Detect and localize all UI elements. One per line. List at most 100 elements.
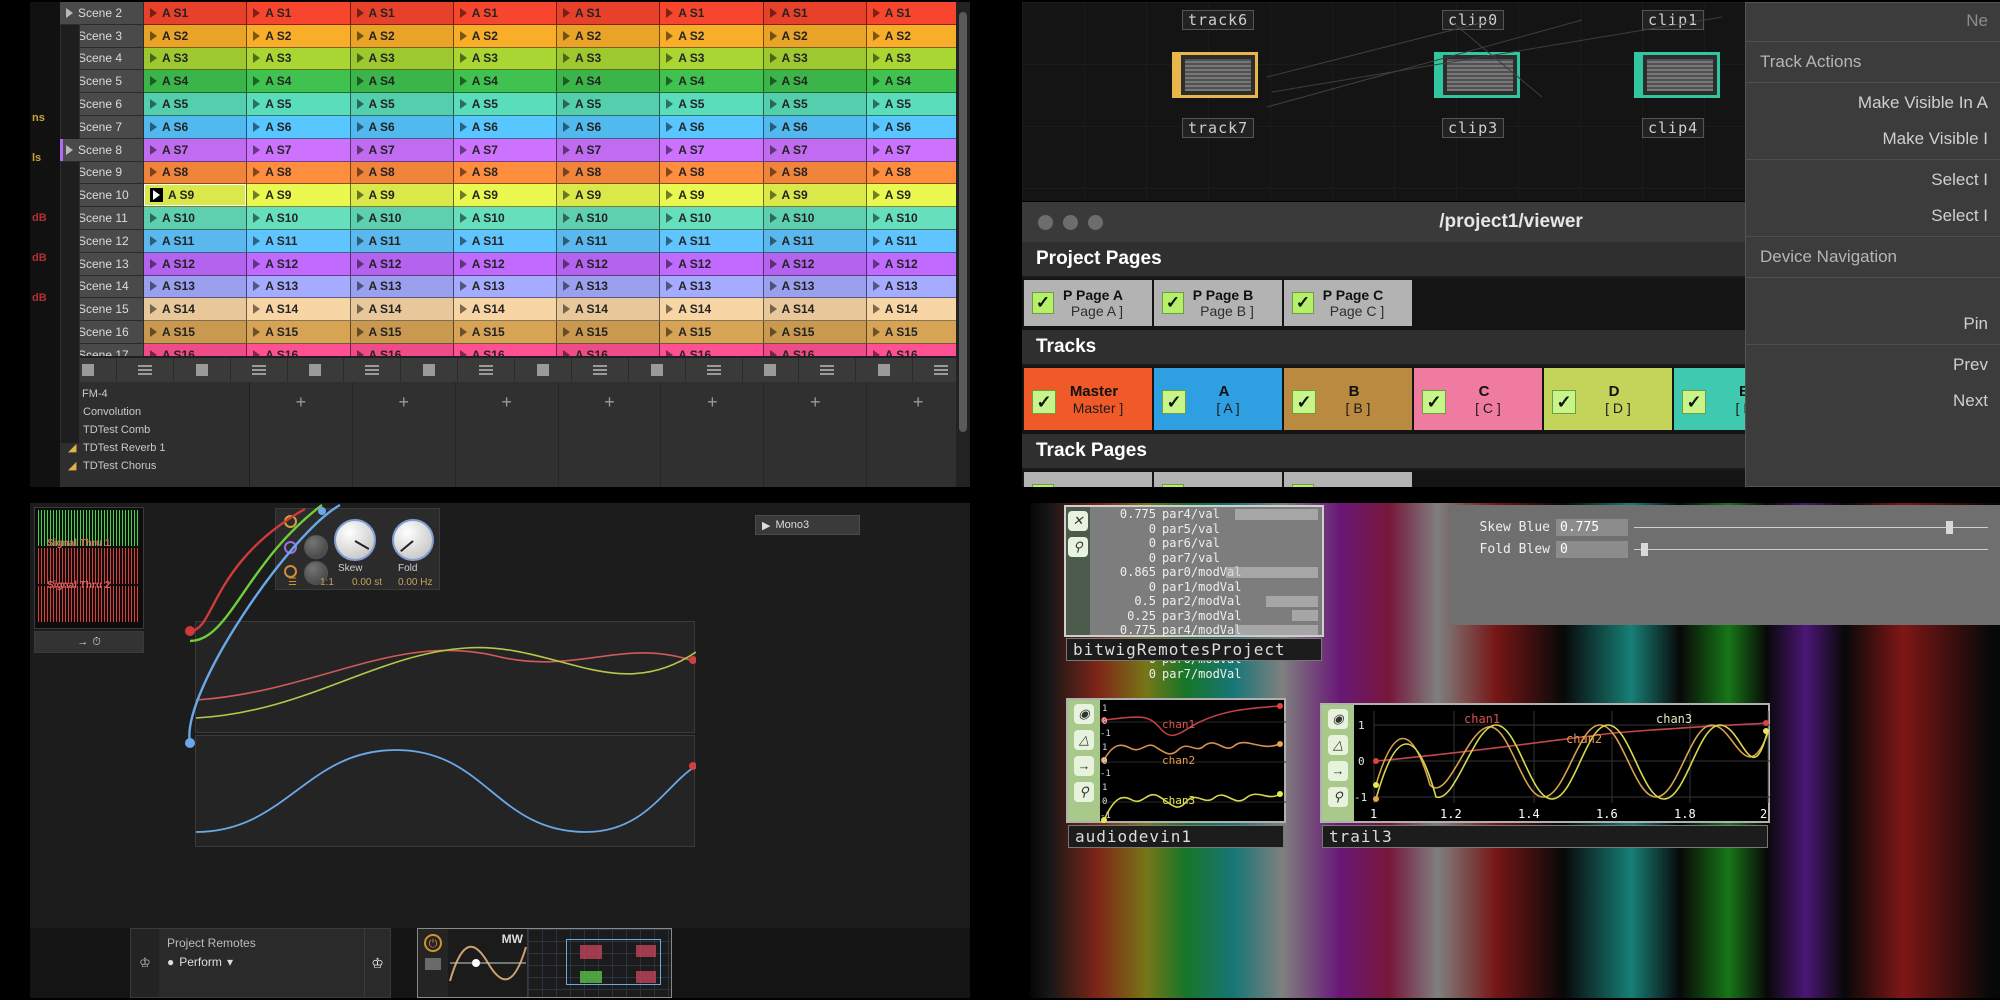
clip-slot[interactable]: A S16 xyxy=(867,344,970,356)
clip-slot[interactable]: A S11 xyxy=(351,230,454,253)
track-chip-C[interactable]: ✓C[ C ] xyxy=(1414,368,1542,430)
clip-slot[interactable]: A S15 xyxy=(764,321,867,344)
clip-slot[interactable]: A S2 xyxy=(867,25,970,48)
clip-slot[interactable]: A S16 xyxy=(764,344,867,356)
graph-icon[interactable]: △ xyxy=(1328,735,1348,755)
ctx-item-8[interactable]: Next xyxy=(1746,383,2000,419)
checkbox-icon[interactable]: ✓ xyxy=(1162,292,1184,314)
device-add-slot-6[interactable]: + xyxy=(764,382,867,487)
checkbox-icon[interactable]: ✓ xyxy=(1162,484,1184,487)
track-chip-A[interactable]: ✓A[ A ] xyxy=(1154,368,1282,430)
clip-row[interactable]: Scene 11A S10A S10A S10A S10A S10A S10A … xyxy=(60,207,970,230)
clip-slot[interactable]: A S13 xyxy=(557,276,660,299)
waveform-icon[interactable]: ☰ xyxy=(288,577,297,588)
clip-slot[interactable]: A S14 xyxy=(764,298,867,321)
clip-row[interactable]: Scene 14A S13A S13A S13A S13A S13A S13A … xyxy=(60,276,970,299)
track-chip-B[interactable]: ✓B[ B ] xyxy=(1284,368,1412,430)
clip-slot[interactable]: A S12 xyxy=(867,253,970,276)
clip-slot[interactable]: A S11 xyxy=(144,230,247,253)
clip-slot[interactable]: A S12 xyxy=(351,253,454,276)
clip-row[interactable]: Scene 13A S12A S12A S12A S12A S12A S12A … xyxy=(60,253,970,276)
clip-slot[interactable]: A S15 xyxy=(660,321,763,344)
clip-slot[interactable]: A S10 xyxy=(557,207,660,230)
mixer-button-bar[interactable] xyxy=(60,356,970,382)
clip-slot[interactable]: A S8 xyxy=(660,162,763,185)
clip-slot[interactable]: A S1 xyxy=(557,2,660,25)
small-knob-1[interactable] xyxy=(304,535,328,559)
clip-grid[interactable]: Scene 2A S1A S1A S1A S1A S1A S1A S1A S1S… xyxy=(60,2,970,356)
clip-slot[interactable]: A S6 xyxy=(867,116,970,139)
audio-node-tool-rail[interactable]: ◉ △ → ⚲ xyxy=(1068,700,1100,821)
clip-slot[interactable]: A S5 xyxy=(247,93,350,116)
mixer-stop-button[interactable] xyxy=(174,358,231,382)
mixer-list-button[interactable] xyxy=(117,358,174,382)
ctx-item-4[interactable]: Select I xyxy=(1746,198,2000,234)
chevron-icon[interactable]: ▾ xyxy=(227,955,233,969)
clip-slot[interactable]: A S5 xyxy=(454,93,557,116)
clip-slot[interactable]: A S4 xyxy=(454,70,557,93)
clip-slot[interactable]: A S7 xyxy=(867,139,970,162)
skew-knob[interactable] xyxy=(334,519,376,561)
checkbox-icon[interactable]: ✓ xyxy=(1292,292,1314,314)
clip-slot[interactable]: A S11 xyxy=(247,230,350,253)
export-icon[interactable]: → xyxy=(1074,756,1094,776)
clip-row[interactable]: Scene 16A S15A S15A S15A S15A S15A S15A … xyxy=(60,321,970,344)
project-page-chip-1[interactable]: ✓P Page BPage B ] xyxy=(1154,280,1282,326)
mixer-list-button[interactable] xyxy=(344,358,401,382)
clip-slot[interactable]: A S5 xyxy=(351,93,454,116)
clip-row[interactable]: Scene 17A S16A S16A S16A S16A S16A S16A … xyxy=(60,344,970,356)
mixer-stop-button[interactable] xyxy=(743,358,800,382)
device-add-slot-3[interactable]: + xyxy=(456,382,559,487)
clip-slot[interactable]: A S3 xyxy=(764,48,867,71)
clip-slot[interactable]: A S8 xyxy=(454,162,557,185)
clip-slot[interactable]: A S7 xyxy=(764,139,867,162)
device-item-0[interactable]: FM-4 xyxy=(60,385,249,403)
voice-mode-selector[interactable]: ▶ Mono3 xyxy=(755,515,860,535)
clip-slot[interactable]: A S12 xyxy=(454,253,557,276)
clip-slot[interactable]: A S13 xyxy=(660,276,763,299)
clip-row[interactable]: Scene 6A S5A S5A S5A S5A S5A S5A S5A S5 xyxy=(60,93,970,116)
clip-slot[interactable]: A S1 xyxy=(764,2,867,25)
viewer-dot-2-icon[interactable] xyxy=(1063,215,1078,230)
clip-slot[interactable]: A S2 xyxy=(247,25,350,48)
clip-slot[interactable]: A S4 xyxy=(351,70,454,93)
device-item-3[interactable]: ◢TDTest Reverb 1 xyxy=(60,439,249,457)
track-page-chip-0[interactable]: ✓T Page A xyxy=(1024,472,1152,487)
trail-node-tool-rail[interactable]: ◉ △ → ⚲ xyxy=(1322,705,1354,821)
mixer-list-button[interactable] xyxy=(799,358,856,382)
clip-slot[interactable]: A S2 xyxy=(351,25,454,48)
checkbox-icon[interactable]: ✓ xyxy=(1422,390,1446,414)
ctx-item-0[interactable]: Track Actions xyxy=(1746,44,2000,80)
device-add-slot-1[interactable]: + xyxy=(250,382,353,487)
clip-slot[interactable]: A S16 xyxy=(454,344,557,356)
clip-slot[interactable]: A S7 xyxy=(144,139,247,162)
clip-slot[interactable]: A S7 xyxy=(454,139,557,162)
skew-slider[interactable] xyxy=(1634,549,1988,550)
clip-slot[interactable]: A S9 xyxy=(351,184,454,207)
clip-slot[interactable]: A S3 xyxy=(144,48,247,71)
clip-row[interactable]: Scene 4A S3A S3A S3A S3A S3A S3A S3A S3 xyxy=(60,48,970,71)
clip-grid-scrollbar[interactable] xyxy=(956,2,970,487)
clip-row[interactable]: Scene 5A S4A S4A S4A S4A S4A S4A S4A S4 xyxy=(60,70,970,93)
clip-slot[interactable]: A S2 xyxy=(764,25,867,48)
clip-slot[interactable]: A S12 xyxy=(144,253,247,276)
device-list[interactable]: FM-4◢Convolution◢TDTest Comb◢TDTest Reve… xyxy=(60,382,250,487)
device-item-1[interactable]: ◢Convolution xyxy=(60,403,249,421)
clip-slot[interactable]: A S1 xyxy=(351,2,454,25)
clip-slot[interactable]: A S15 xyxy=(144,321,247,344)
clip-slot[interactable]: A S16 xyxy=(247,344,350,356)
clip-slot[interactable]: A S13 xyxy=(454,276,557,299)
device-add-slot-7[interactable]: + xyxy=(867,382,970,487)
clip-slot[interactable]: A S9 xyxy=(557,184,660,207)
checkbox-icon[interactable]: ✓ xyxy=(1162,390,1186,414)
clip-slot[interactable]: A S4 xyxy=(867,70,970,93)
trail3-title[interactable]: trail3 xyxy=(1322,825,1768,848)
skew-slider[interactable] xyxy=(1634,527,1988,528)
viewer-dot-3-icon[interactable] xyxy=(1088,215,1103,230)
clip-slot[interactable]: A S1 xyxy=(247,2,350,25)
modulator-device-header[interactable]: Skew Fold ☰ 1:1 0.00 st 0.00 Hz xyxy=(275,508,440,590)
bitwig-remotes-panel[interactable]: ✕ ⚲ 0.775par4/val0par5/val0par6/val0par7… xyxy=(1064,505,1324,637)
clip-slot[interactable]: A S11 xyxy=(454,230,557,253)
project-page-chip-0[interactable]: ✓P Page APage A ] xyxy=(1024,280,1152,326)
clip-slot[interactable]: A S10 xyxy=(351,207,454,230)
